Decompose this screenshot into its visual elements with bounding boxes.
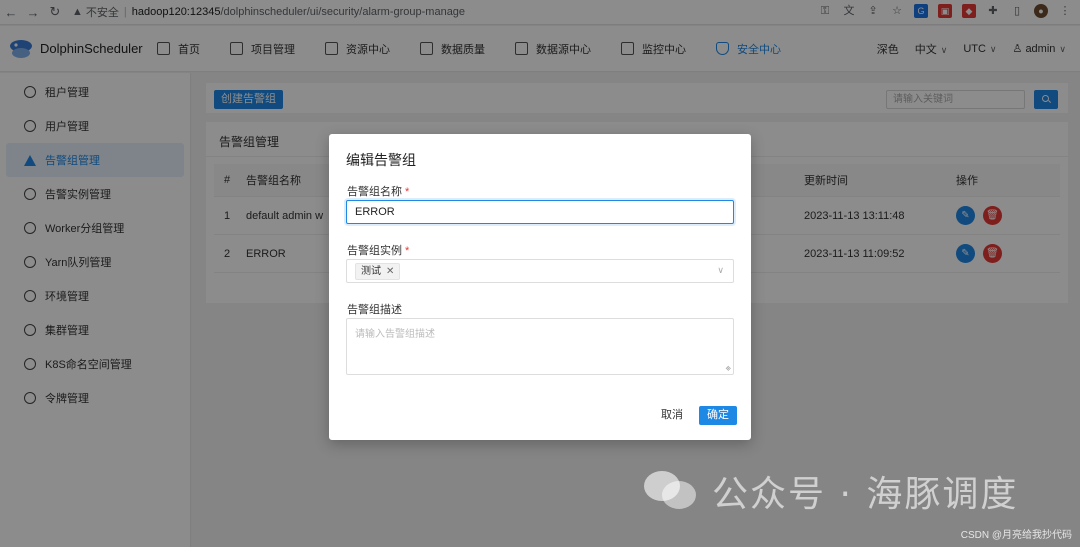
- close-icon[interactable]: ✕: [386, 264, 394, 279]
- chevron-down-icon: ∨: [717, 265, 724, 275]
- instance-field-label: 告警组实例 *: [347, 242, 409, 258]
- required-mark: *: [405, 245, 410, 257]
- required-mark: *: [405, 186, 410, 198]
- wechat-logo-icon: [642, 469, 700, 513]
- confirm-button[interactable]: 确定: [699, 406, 737, 425]
- edit-alarm-group-dialog: 编辑告警组 告警组名称 * ERROR 告警组实例 * 测试 ✕ ∨ 告警组描述 请输…: [329, 134, 751, 440]
- label-text: 告警组名称: [347, 186, 402, 198]
- dialog-title: 编辑告警组: [346, 152, 416, 168]
- alarm-group-description-textarea[interactable]: 请输入告警组描述 ≡: [346, 318, 734, 375]
- name-field-label: 告警组名称 *: [347, 183, 409, 199]
- cancel-button[interactable]: 取消: [657, 406, 687, 425]
- watermark: 公众号 · 海豚调度: [642, 465, 1018, 517]
- alarm-instance-select[interactable]: 测试 ✕ ∨: [346, 259, 734, 283]
- resize-handle-icon[interactable]: ≡: [724, 364, 734, 374]
- selected-instance-tag: 测试 ✕: [355, 263, 401, 280]
- credit-text: CSDN @月亮给我抄代码: [960, 530, 1072, 541]
- alarm-group-name-input[interactable]: ERROR: [346, 200, 734, 224]
- label-text: 告警组实例: [347, 245, 402, 257]
- textarea-placeholder: 请输入告警组描述: [355, 329, 435, 340]
- watermark-text: 公众号 · 海豚调度: [712, 474, 1019, 515]
- tag-label: 测试: [361, 266, 381, 277]
- desc-field-label: 告警组描述: [347, 304, 402, 316]
